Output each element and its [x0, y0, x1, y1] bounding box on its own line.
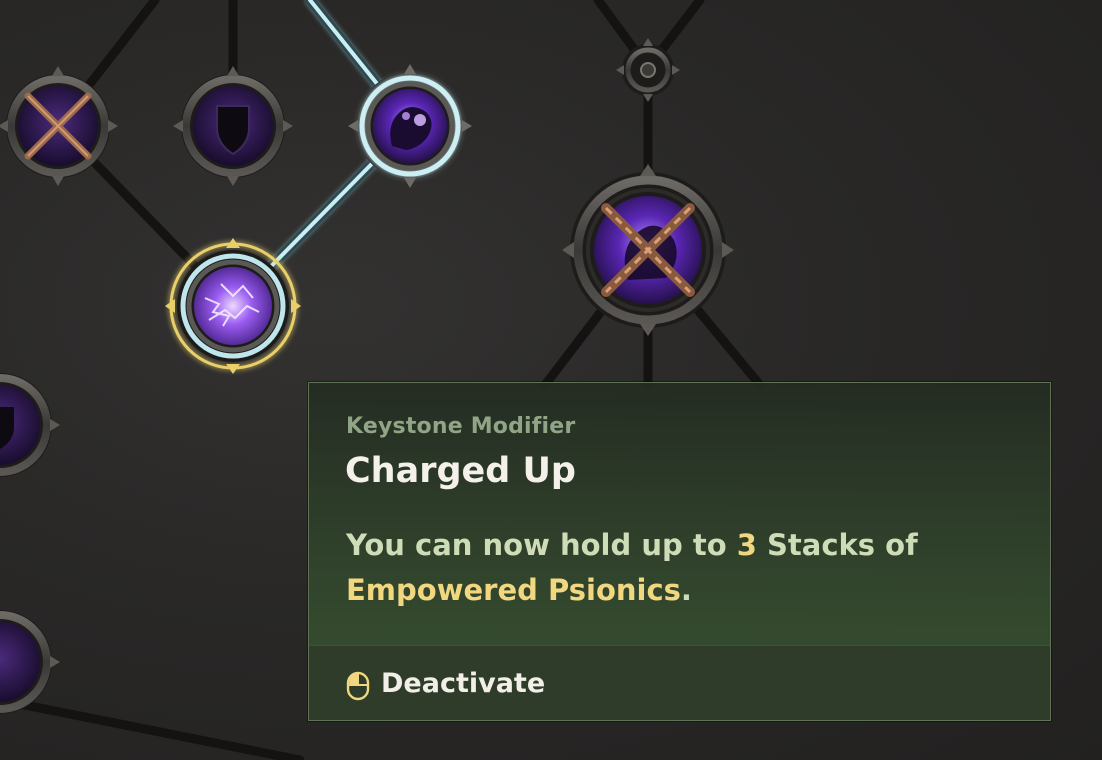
description-text: You can now hold up to [346, 528, 737, 562]
tooltip-category: Keystone Modifier [346, 414, 576, 439]
left-edge-bottom-node[interactable] [0, 610, 60, 714]
mouse-left-click-icon [346, 671, 370, 701]
stack-count: 3 [736, 528, 757, 562]
description-text: . [680, 573, 692, 607]
skill-tree-screen: Keystone Modifier Charged Up You can now… [0, 0, 1102, 760]
description-text: Stacks of [756, 528, 918, 562]
keystone-chained-node[interactable] [562, 164, 734, 336]
shield-node[interactable] [173, 66, 293, 186]
small-connector-node[interactable] [616, 38, 680, 102]
keyword-empowered-psionics: Empowered Psionics [346, 573, 681, 607]
tooltip-body: Keystone Modifier Charged Up You can now… [309, 383, 1050, 644]
left-edge-shield-node[interactable] [0, 373, 60, 477]
tooltip-action-bar[interactable]: Deactivate [309, 645, 1050, 720]
skill-tooltip: Keystone Modifier Charged Up You can now… [308, 382, 1051, 721]
deactivate-action[interactable]: Deactivate [381, 668, 545, 699]
dot-icon [640, 62, 656, 78]
tooltip-description: You can now hold up to 3 Stacks of Empow… [346, 523, 1006, 613]
tooltip-title: Charged Up [345, 451, 576, 491]
